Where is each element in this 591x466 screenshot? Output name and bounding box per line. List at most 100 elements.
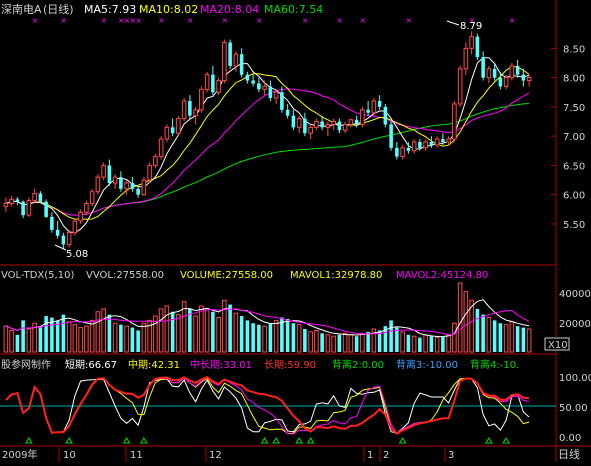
volume-bar (395, 327, 399, 352)
candle-body (78, 211, 83, 222)
signal-marker: × (256, 16, 263, 25)
candle-body (141, 179, 147, 196)
candle-body (371, 100, 377, 114)
osc-tick-100: 100.00 (559, 373, 591, 384)
candle-body (204, 74, 210, 90)
candle-body (170, 127, 175, 134)
signal-marker: × (101, 16, 108, 25)
volume-bar (44, 316, 48, 352)
signal-marker: × (158, 16, 165, 25)
price-tick-label: 8.00 (563, 74, 585, 85)
volume-bar (331, 335, 336, 353)
volume-bar (475, 308, 480, 352)
candle-body (331, 121, 336, 125)
volume-bar (101, 308, 106, 353)
osc-short-label: 短期:66.67 (65, 358, 117, 371)
candle-body (61, 235, 66, 245)
volume-bar (141, 322, 147, 353)
volume-label: VOLUME:27558.00 (180, 270, 273, 281)
volume-bar (308, 331, 313, 353)
volume-bar (78, 327, 83, 353)
candle-body (55, 229, 60, 236)
osc-mid-label: 中期:42.31 (128, 358, 180, 371)
price-tick-label: 8.50 (563, 44, 585, 55)
candle-body (136, 188, 140, 195)
volume-bar (463, 291, 469, 353)
volume-bar (503, 324, 509, 353)
candle-body (291, 115, 296, 128)
candle-body (469, 36, 474, 49)
volume-bar (136, 330, 140, 352)
stock-chart[interactable]: × × × × × × × × × × × × × × × × × 8.508.007.507.006.506.… (0, 0, 591, 462)
candle-body (50, 216, 54, 230)
volume-bar (441, 336, 445, 352)
price-tick-label: 7.50 (563, 103, 585, 114)
volume-bar (457, 282, 463, 353)
candle-body (429, 142, 434, 145)
time-label-11: 11 (130, 450, 143, 461)
candle-body (222, 41, 227, 82)
volume-bar (176, 314, 181, 353)
osc-tick-50: 50.00 (559, 403, 588, 414)
volume-bar (411, 335, 417, 353)
candle-body (418, 142, 422, 148)
time-label-10: 10 (63, 450, 76, 461)
volume-bar (360, 332, 365, 353)
candle-body (354, 119, 359, 125)
period-button[interactable]: 日线 (558, 447, 580, 461)
volume-bar (434, 337, 440, 353)
volume-bar (486, 317, 492, 353)
high-mark: 8.79 (460, 21, 482, 32)
volume-bar (193, 315, 198, 353)
candle-body (44, 201, 48, 217)
ma60-label: MA60:7.54 (264, 3, 323, 16)
volume-bar (262, 325, 267, 353)
candle-body (411, 141, 417, 152)
volume-bar (84, 325, 89, 353)
osc-signal-triangle (139, 437, 148, 444)
candle-body (245, 74, 250, 81)
candle-body (383, 106, 388, 125)
volume-bar (348, 334, 354, 353)
candle-body (441, 139, 445, 142)
ma10-line (5, 65, 530, 220)
candle-body (257, 83, 261, 90)
candle-body (233, 53, 239, 67)
ma20-line (5, 88, 530, 216)
candle-body (314, 121, 319, 128)
candle-body (130, 182, 135, 189)
volume-bar (72, 324, 78, 353)
volume-bar (452, 322, 457, 353)
chart-window[interactable]: × × × × × × × × × × × × × × × × × 8.50 8.00 7.50 7.00 6.50 6.… (0, 0, 591, 462)
signal-marker: × (359, 16, 366, 25)
candle-body (66, 232, 72, 245)
volume-bar (130, 327, 135, 352)
volume-bar (89, 319, 95, 353)
candle-body (423, 141, 428, 149)
osc-indicator-name: 股参网制作 (1, 358, 51, 371)
osc-signal-triangle (24, 437, 33, 444)
candle-body (463, 47, 469, 70)
candle-body (158, 138, 164, 158)
low-mark: 5.08 (66, 249, 88, 260)
volume-indicator-name: VOL-TDX(5,10) (1, 270, 74, 281)
volume-bar (26, 328, 32, 353)
signal-marker: × (187, 16, 194, 25)
volume-bar (164, 305, 170, 353)
volume-bar (268, 323, 273, 352)
osc-signal-triangle (65, 437, 74, 444)
signal-marker: × (405, 16, 412, 25)
volume-bar (216, 317, 221, 353)
signal-marker: × (60, 16, 67, 25)
candle-body (526, 77, 532, 82)
candle-body (176, 118, 181, 134)
volume-bar (61, 314, 66, 352)
osc-signal-triangle (502, 437, 511, 444)
ma20-label: MA20:8.04 (200, 3, 259, 16)
candle-body (15, 199, 20, 202)
volume-bar (239, 316, 244, 352)
osc-long-label: 长期:59.90 (264, 359, 316, 371)
volume-bar (66, 321, 72, 353)
period-label: (日线) (43, 2, 74, 16)
candle-body (434, 138, 440, 146)
